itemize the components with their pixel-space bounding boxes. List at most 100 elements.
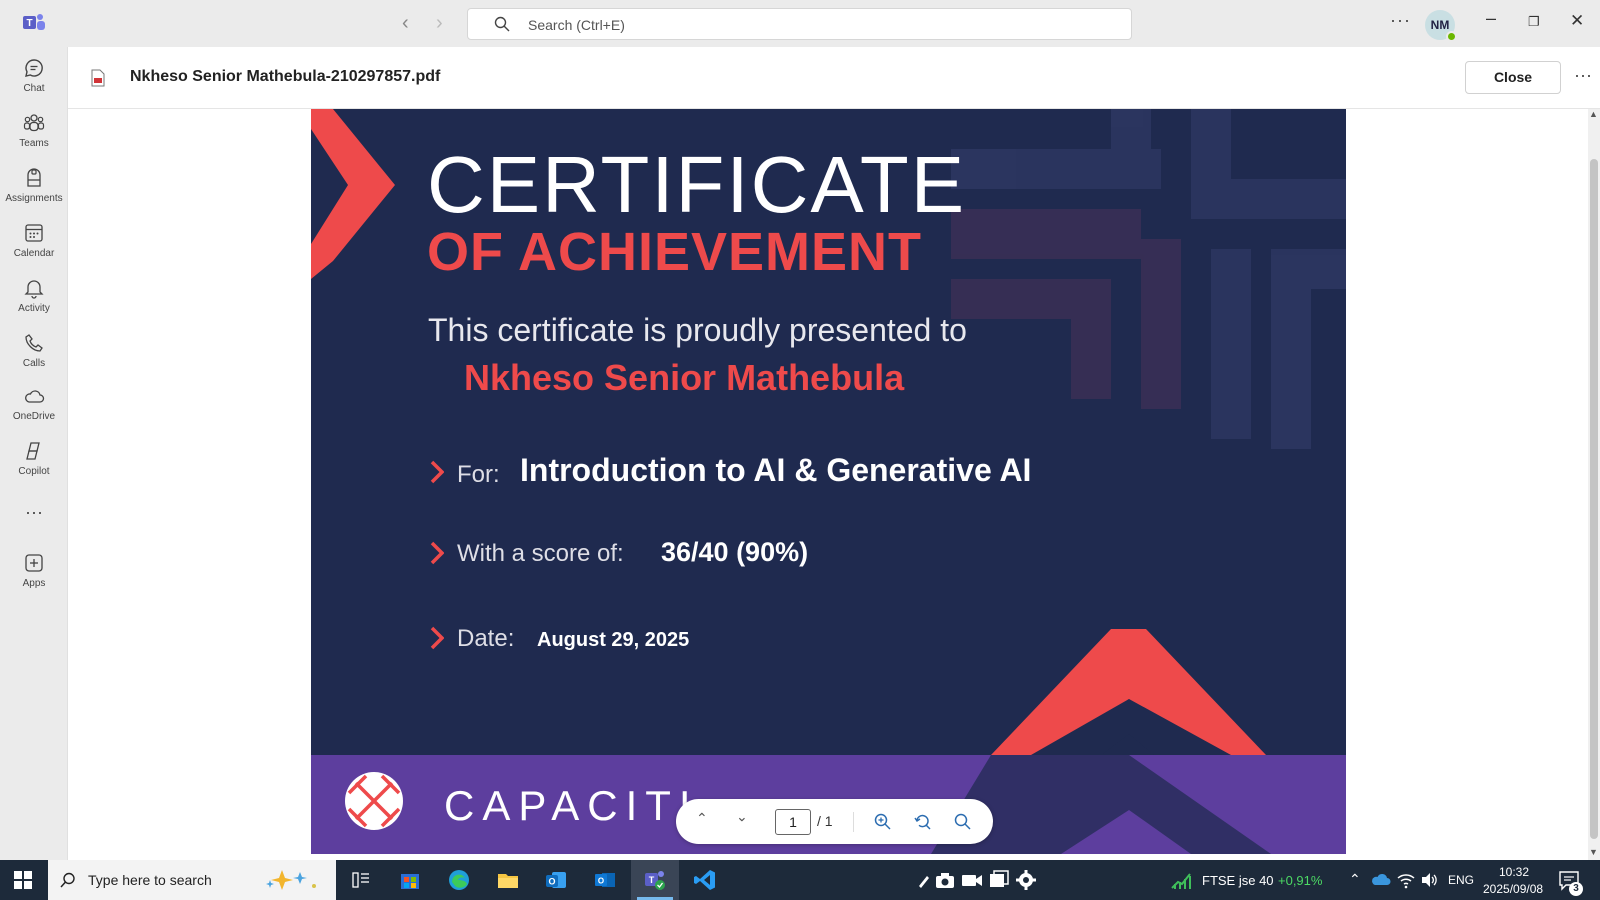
add-apps-icon — [25, 554, 43, 572]
search-document-icon[interactable] — [954, 813, 971, 830]
teams-icon — [23, 114, 45, 132]
taskbar-search-placeholder: Type here to search — [88, 872, 212, 888]
document-more-icon[interactable]: ··· — [1574, 65, 1592, 86]
windows-start-icon[interactable] — [14, 871, 32, 889]
wifi-icon[interactable] — [1396, 870, 1416, 890]
next-page-icon[interactable]: ⌃ — [736, 807, 748, 824]
avatar[interactable]: NM — [1425, 10, 1457, 42]
app-titlebar: T ‹ › Search (Ctrl+E) ··· NM – ❐ ✕ — [0, 0, 1600, 47]
microsoft-store-icon[interactable] — [398, 868, 422, 892]
svg-text:O: O — [598, 877, 604, 886]
rail-label-apps: Apps — [22, 578, 46, 589]
rail-item-chat[interactable]: Chat — [0, 57, 68, 94]
back-arrow-icon[interactable]: ‹ — [402, 12, 409, 35]
rail-label-activity: Activity — [18, 303, 50, 314]
rail-item-calendar[interactable]: Calendar — [0, 222, 68, 259]
page-number-input[interactable]: 1 — [775, 809, 811, 835]
teams-taskbar-icon: T — [645, 871, 665, 890]
svg-text:T: T — [26, 18, 32, 29]
rail-item-teams[interactable]: Teams — [0, 112, 68, 149]
teams-taskbar-active[interactable]: T — [631, 860, 679, 900]
file-explorer-icon[interactable] — [496, 868, 520, 892]
rail-item-onedrive[interactable]: OneDrive — [0, 387, 68, 422]
more-options-icon[interactable]: ··· — [1390, 10, 1411, 31]
calendar-icon — [25, 224, 43, 242]
rail-label-teams: Teams — [19, 138, 49, 149]
show-hidden-icons-icon[interactable]: ⌃ — [1349, 871, 1361, 888]
date-label: Date: — [457, 625, 515, 652]
outlook-icon[interactable]: O — [593, 868, 617, 892]
stock-ticker-change[interactable]: +0,91% — [1278, 873, 1322, 888]
date-value: August 29, 2025 — [537, 629, 690, 651]
scrollbar-thumb[interactable] — [1590, 159, 1598, 839]
vscode-icon[interactable] — [693, 868, 717, 892]
search-input[interactable]: Search (Ctrl+E) — [467, 8, 1132, 40]
rail-label-calls: Calls — [22, 358, 46, 369]
document-header: Nkheso Senior Mathebula-210297857.pdf Cl… — [68, 47, 1600, 109]
scroll-down-icon[interactable]: ▼ — [1589, 847, 1598, 857]
for-label: For: — [457, 461, 500, 488]
previous-page-icon[interactable]: ⌃ — [696, 810, 708, 827]
settings-gear-icon[interactable] — [1014, 868, 1038, 892]
rail-item-activity[interactable]: Activity — [0, 277, 68, 314]
certificate-page: CERTIFICATE OF ACHIEVEMENT This certific… — [311, 109, 1346, 854]
rail-item-assignments[interactable]: Assignments — [0, 167, 68, 204]
stock-ticker-name[interactable]: FTSE jse 40 — [1202, 873, 1274, 888]
copilot-icon — [26, 442, 40, 460]
avatar-initials: NM — [1430, 18, 1450, 32]
rail-label-chat: Chat — [23, 83, 45, 94]
cloud-icon — [25, 390, 45, 403]
camera-icon[interactable] — [933, 868, 957, 892]
stock-chart-icon[interactable] — [1170, 868, 1194, 892]
language-indicator[interactable]: ENG — [1448, 873, 1474, 887]
search-icon — [494, 16, 510, 32]
notification-count-badge: 3 — [1569, 882, 1583, 896]
volume-icon[interactable] — [1419, 870, 1439, 890]
rail-label-assignments: Assignments — [5, 193, 63, 204]
certificate-title: CERTIFICATE — [427, 140, 967, 229]
zoom-in-icon[interactable] — [874, 813, 891, 830]
bell-icon — [24, 280, 44, 299]
search-icon — [60, 872, 75, 888]
chevron-right-icon — [430, 541, 444, 565]
rail-label-onedrive: OneDrive — [12, 411, 56, 422]
chevron-right-icon — [430, 460, 444, 484]
svg-text:O: O — [548, 877, 555, 887]
clock-time[interactable]: 10:32 — [1499, 865, 1529, 879]
page-total: / 1 — [817, 813, 833, 829]
video-camera-icon[interactable] — [960, 868, 984, 892]
chevron-right-icon — [430, 626, 444, 650]
rail-more-icon[interactable]: ··· — [0, 502, 68, 523]
capaciti-logo-icon — [345, 772, 403, 830]
chat-icon — [25, 59, 43, 77]
minimize-icon[interactable]: – — [1486, 8, 1496, 29]
vertical-scrollbar[interactable]: ▲ ▼ — [1588, 109, 1600, 860]
rail-item-calls[interactable]: Calls — [0, 332, 68, 369]
clock-date[interactable]: 2025/09/08 — [1483, 882, 1543, 896]
recipient-name: Nkheso Senior Mathebula — [464, 357, 905, 398]
search-highlight-icon — [266, 870, 316, 890]
left-app-rail: Chat Teams Assignments Calendar Activity… — [0, 47, 68, 860]
snipping-window-icon[interactable] — [987, 868, 1011, 892]
onedrive-cloud-icon[interactable] — [1370, 870, 1392, 890]
pen-icon[interactable] — [915, 868, 933, 892]
outlook-new-icon[interactable]: O — [544, 868, 568, 892]
search-placeholder: Search (Ctrl+E) — [528, 17, 625, 33]
presented-text: This certificate is proudly presented to — [428, 312, 967, 348]
page-navigation-bar: ⌃ ⌃ 1 / 1 — [676, 799, 993, 844]
rail-item-copilot[interactable]: Copilot — [0, 440, 68, 477]
taskbar-search-input[interactable]: Type here to search — [48, 860, 336, 900]
scroll-up-icon[interactable]: ▲ — [1589, 109, 1598, 119]
task-view-icon[interactable] — [349, 868, 373, 892]
close-button[interactable]: Close — [1465, 61, 1561, 94]
teams-logo-icon[interactable]: T — [22, 12, 46, 34]
presence-available-icon — [1446, 31, 1457, 42]
edge-browser-icon[interactable] — [447, 868, 471, 892]
rail-item-apps[interactable]: Apps — [0, 552, 68, 589]
pdf-file-icon — [91, 69, 105, 87]
windows-taskbar: Type here to search O O T FTSE jse 40 +0… — [0, 860, 1600, 900]
forward-arrow-icon[interactable]: › — [436, 12, 443, 35]
zoom-reset-icon[interactable] — [914, 813, 931, 830]
restore-icon[interactable]: ❐ — [1528, 14, 1540, 30]
close-window-icon[interactable]: ✕ — [1570, 11, 1584, 31]
